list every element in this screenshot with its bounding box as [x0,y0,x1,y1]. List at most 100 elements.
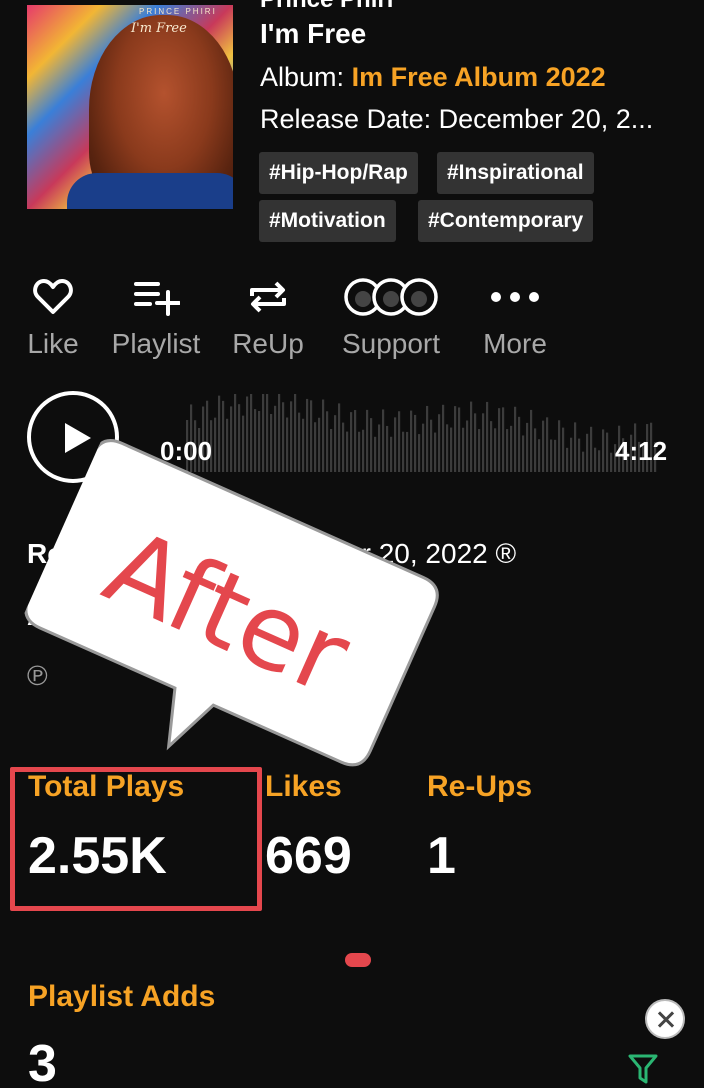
waveform-bar [386,425,389,472]
page-indicator[interactable] [345,953,371,967]
waveform-bar [302,418,305,472]
tag-hip-hop[interactable]: #Hip-Hop/Rap [259,152,418,194]
waveform-bar [218,395,221,472]
waveform-bar [238,404,241,472]
waveform-bar [598,450,601,472]
waveform-bar [462,427,465,472]
waveform-bar [502,407,505,472]
playlist-adds-value: 3 [28,1035,57,1088]
waveform-bar [366,409,369,472]
repeat-icon [248,272,288,322]
waveform-bar [466,420,469,472]
waveform-bar [570,437,573,472]
waveform-bar [362,429,365,472]
waveform-bar [290,401,293,472]
artist-name[interactable]: Prince Phiri [260,0,393,14]
waveform-bar [262,394,265,472]
waveform-bar [346,431,349,472]
close-ad-button[interactable] [645,999,685,1039]
waveform-bar [430,419,433,472]
waveform-bar [250,394,253,472]
waveform-bar [286,417,289,472]
tag-motivation[interactable]: #Motivation [259,200,396,242]
waveform-bar [274,405,277,472]
waveform-bar [378,424,381,472]
waveform-bar [490,421,493,472]
waveform-bar [246,396,249,472]
waveform-bar [242,415,245,472]
waveform-bar [226,418,229,472]
waveform-bar [230,406,233,472]
waveform-bar [538,439,541,472]
waveform-bar [566,447,569,472]
heart-icon [33,272,73,322]
waveform-bar [370,418,373,472]
more-button[interactable]: More [478,272,552,360]
filter-icon[interactable] [628,1052,658,1086]
waveform-bar [518,416,521,472]
cover-artist-caption: PRINCE PHIRI [139,7,217,16]
waveform-bar [322,399,325,472]
tag-contemporary[interactable]: #Contemporary [418,200,594,242]
waveform-bar [470,401,473,472]
playlist-label: Playlist [111,328,201,359]
waveform-bar [486,401,489,472]
waveform-bar [306,398,309,472]
album-link[interactable]: Im Free Album 2022 [352,62,606,92]
waveform-bar [498,408,501,472]
reup-button[interactable]: ReUp [232,272,304,360]
waveform-bar [510,425,513,472]
waveform-bar [530,409,533,472]
playlist-button[interactable]: Playlist [110,272,202,360]
waveform-bar [234,394,237,472]
waveform-bar [222,400,225,472]
waveform-bar [578,438,581,472]
reup-label: ReUp [232,328,304,359]
waveform-bar [394,417,397,472]
reups-label: Re-Ups [427,770,533,803]
album-line: Album: Im Free Album 2022 [260,62,606,93]
waveform-bar [442,404,445,472]
waveform-bar [458,407,461,472]
waveform-bar [326,411,329,472]
waveform-bar [382,409,385,472]
support-button[interactable]: Support [336,272,446,360]
cover-title-caption: I'm Free [131,21,187,36]
waveform-bar [294,394,297,472]
release-label: Release Date: [260,104,432,134]
waveform-bar [522,435,525,472]
waveform-bar [586,433,589,472]
waveform-bar [258,410,261,472]
waveform-bar [514,406,517,472]
waveform-bar [270,414,273,472]
waveform-bar [310,400,313,472]
release-line: Release Date: December 20, 2... [260,104,653,135]
tag-inspirational[interactable]: #Inspirational [437,152,594,194]
waveform-bar [402,431,405,472]
playlist-add-icon [132,272,180,322]
waveform-bar [594,447,597,472]
waveform-bar [358,431,361,472]
waveform-bar [414,414,417,472]
album-cover[interactable]: PRINCE PHIRI I'm Free [27,5,233,209]
like-button[interactable]: Like [26,272,80,360]
waveform-bar [474,413,477,472]
waveform-bar [342,422,345,472]
more-dots-icon [490,272,540,322]
waveform-bar [606,432,609,472]
waveform-bar [390,436,393,472]
waveform-bar [446,424,449,472]
waveform-bar [526,422,529,472]
waveform-bar [602,429,605,472]
duration: 4:12 [615,436,668,466]
waveform-bar [298,412,301,472]
waveform-bar [542,420,545,472]
waveform-bar [582,451,585,472]
waveform-bar [546,417,549,472]
waveform-bar [438,414,441,472]
play-icon [65,423,91,453]
waveform-scrubber[interactable] [186,388,658,472]
release-value: December 20, 2... [438,104,654,134]
waveform-bar [418,434,421,472]
waveform-bar [398,411,401,472]
